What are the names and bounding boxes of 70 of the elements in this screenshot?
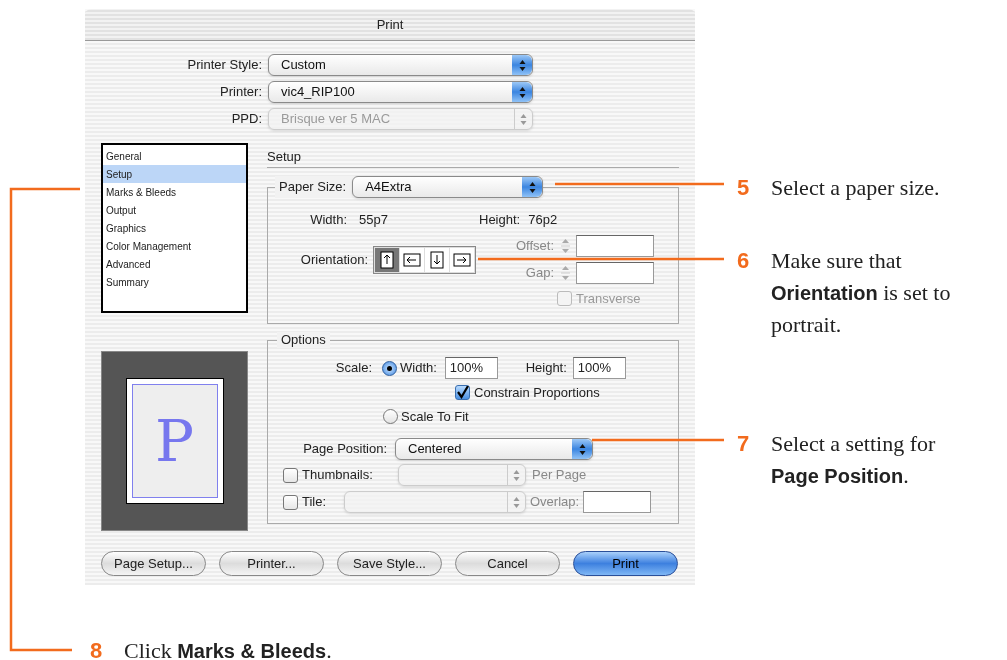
field-label: Orientation: [299, 250, 368, 269]
updown-arrows-icon [578, 442, 586, 456]
input-field[interactable] [576, 235, 654, 257]
checkbox[interactable] [283, 467, 298, 483]
sidebar-item[interactable]: Graphics [103, 219, 246, 237]
section-title: Setup [267, 147, 301, 166]
field-label: PPD: [230, 110, 262, 129]
field-label: Transverse [576, 290, 641, 308]
updown-arrows-icon [513, 468, 520, 482]
dropdown[interactable]: A4Extra [352, 176, 544, 198]
field-label: Height: [524, 359, 567, 378]
radio-button[interactable] [382, 360, 397, 376]
field-label: Printer: [219, 83, 262, 102]
field-label: Page Position: [302, 440, 387, 459]
callout-text: Select a setting for Page Position. [771, 430, 937, 490]
input-field[interactable] [583, 491, 652, 513]
orientation-selector[interactable] [373, 245, 476, 274]
field-value: 76p2 [528, 211, 558, 230]
updown-arrows-icon [518, 58, 526, 72]
sidebar-item[interactable]: Color Management [103, 237, 246, 255]
dialog-button[interactable]: Save Style... [337, 551, 442, 576]
checkbox[interactable] [455, 385, 470, 401]
input-field[interactable]: 100% [572, 357, 626, 379]
field-label: Printer Style: [186, 56, 262, 75]
updown-arrows-icon [528, 180, 536, 194]
step-number: 7 [737, 430, 751, 458]
field-label: Scale To Fit [401, 407, 469, 426]
dialog-button[interactable]: Printer... [219, 551, 324, 576]
field-label: Constrain Proportions [474, 384, 600, 402]
dialog-button[interactable]: Cancel [455, 551, 560, 576]
field-label: Thumbnails: [302, 466, 374, 485]
sidebar-item[interactable]: Marks & Bleeds [103, 183, 246, 201]
updown-arrows-icon [513, 495, 520, 509]
updown-arrows-icon [518, 85, 526, 99]
dropdown[interactable]: Custom [268, 54, 533, 76]
step-number: 8 [90, 637, 104, 660]
field-label: Per Page [532, 466, 587, 485]
radio-button[interactable] [383, 408, 398, 424]
field-label: Width: [400, 359, 437, 378]
field-label: Paper Size: [279, 178, 347, 197]
dialog-button[interactable]: Print [573, 551, 678, 576]
callout-text: Make sure that Orientation is set to portrait. [771, 247, 952, 339]
field-label: Overlap: [530, 493, 580, 512]
dropdown[interactable]: vic4_RIP100 [268, 81, 533, 103]
window-title: Print [376, 15, 404, 34]
dropdown[interactable]: Centered [395, 438, 593, 460]
field-label: Tile: [302, 493, 328, 512]
step-number: 6 [737, 247, 751, 275]
callout-text: Click Marks & Bleeds. [124, 637, 333, 660]
updown-arrows-icon [520, 112, 527, 126]
input-field[interactable] [576, 262, 654, 284]
field-value: 55p7 [359, 211, 389, 230]
sidebar-item[interactable]: Advanced [103, 255, 246, 273]
field-label: Gap: [524, 264, 554, 283]
sidebar-item[interactable]: Output [103, 201, 246, 219]
field-label: Height: [479, 211, 521, 230]
dialog-button[interactable]: Page Setup... [101, 551, 206, 576]
sidebar-item[interactable]: General [103, 147, 246, 165]
field-label: Offset: [514, 237, 554, 256]
step-number: 5 [737, 174, 751, 202]
orientation-button[interactable] [375, 247, 399, 272]
preview-letter: P [155, 412, 194, 470]
field-label: Width: [309, 211, 347, 230]
group-title: Options [277, 332, 330, 348]
callout-text: Select a paper size. [771, 174, 941, 202]
sidebar-item[interactable]: Setup [103, 165, 246, 183]
checkbox[interactable] [283, 494, 298, 510]
sidebar-item[interactable]: Summary [103, 273, 246, 291]
field-label: Scale: [334, 359, 372, 378]
input-field[interactable]: 100% [444, 357, 498, 379]
